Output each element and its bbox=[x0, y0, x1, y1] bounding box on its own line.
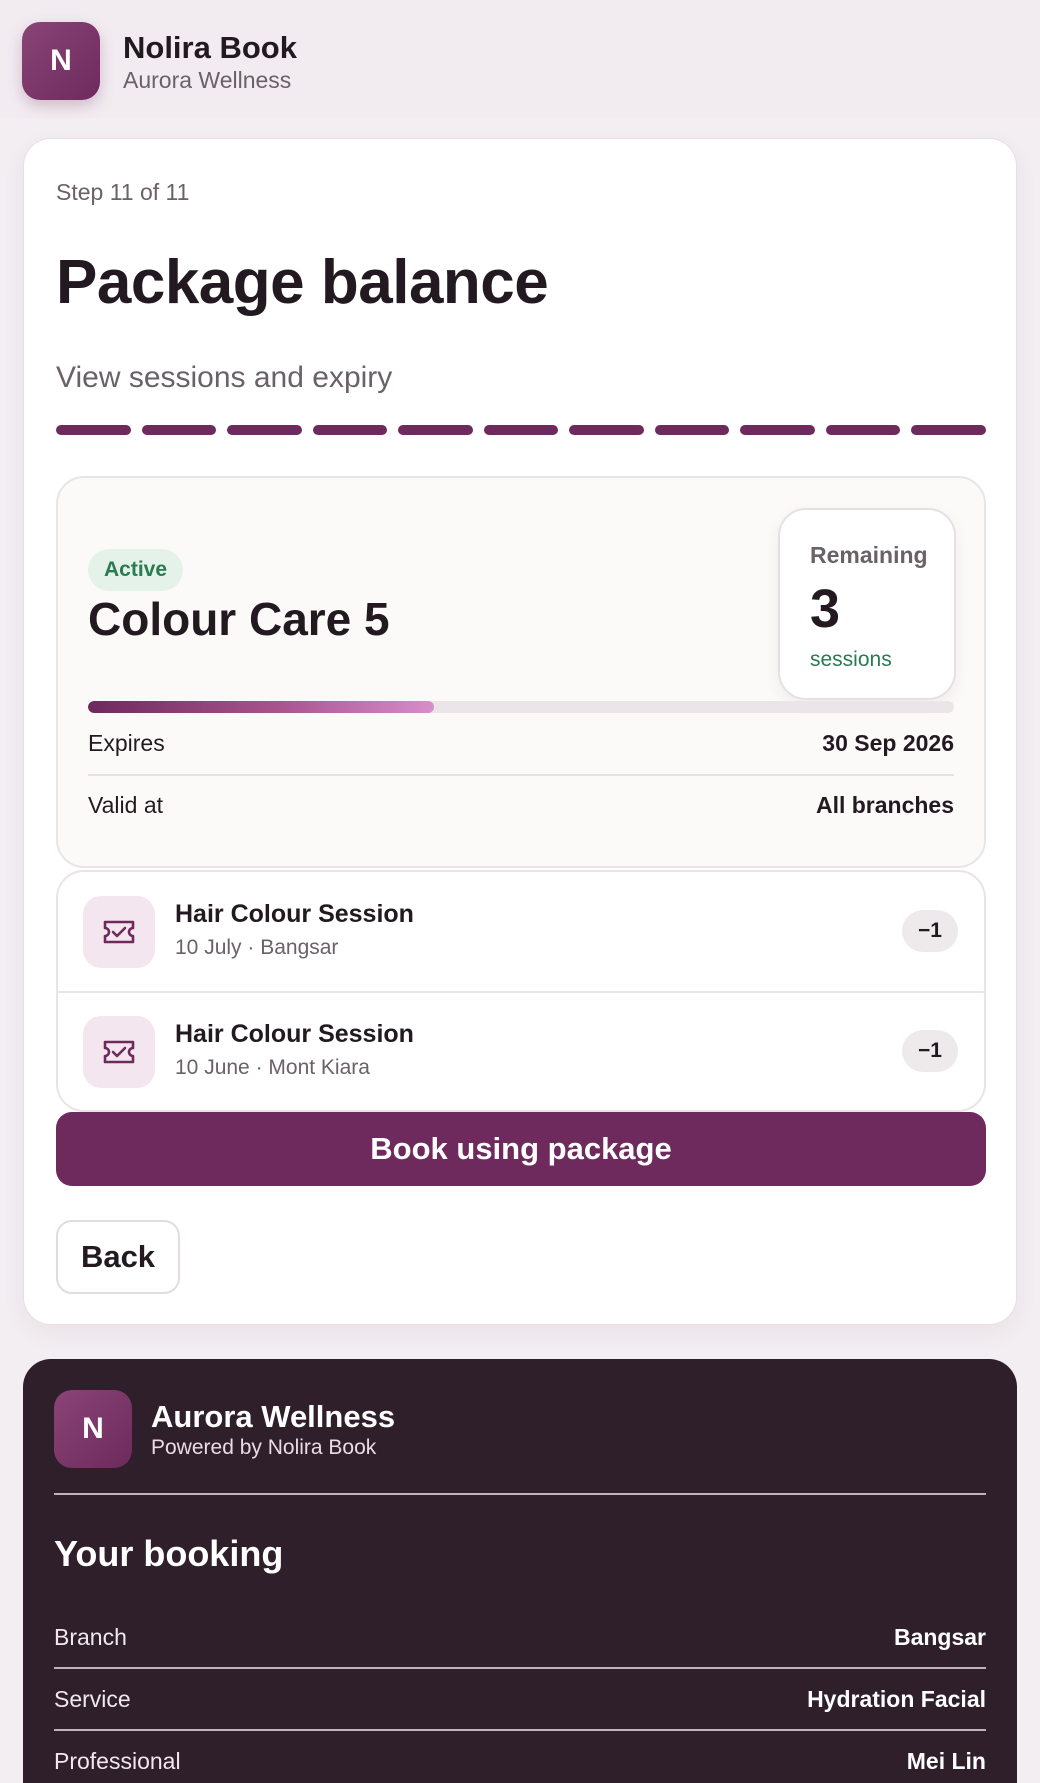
step-indicator: Step 11 of 11 bbox=[56, 179, 190, 205]
history-title: Hair Colour Session bbox=[175, 1020, 414, 1048]
list-item: Hair Colour Session 10 July · Bangsar −1 bbox=[58, 872, 984, 993]
page-title: Package balance bbox=[56, 248, 549, 317]
footer-logo: N bbox=[54, 1390, 132, 1468]
row-divider bbox=[88, 774, 954, 776]
remaining-count: 3 bbox=[810, 579, 841, 639]
step-card: Step 11 of 11 Package balance View sessi… bbox=[23, 138, 1017, 1325]
package-name: Colour Care 5 bbox=[88, 593, 390, 645]
progress-dash bbox=[825, 425, 901, 435]
summary-label: Professional bbox=[54, 1748, 181, 1774]
progress-dash bbox=[569, 425, 644, 435]
usage-bar-fill bbox=[88, 701, 435, 713]
session-history: Hair Colour Session 10 July · Bangsar −1… bbox=[56, 870, 986, 1112]
remaining-unit: sessions bbox=[810, 648, 892, 671]
history-detail: 10 June · Mont Kiara bbox=[175, 1056, 370, 1079]
footer-divider bbox=[54, 1729, 986, 1731]
app-header: N Nolira Book Aurora Wellness bbox=[0, 0, 1040, 118]
summary-value: Hydration Facial bbox=[807, 1686, 986, 1712]
step-progress bbox=[56, 425, 987, 435]
ticket-icon bbox=[83, 896, 155, 968]
back-button[interactable]: Back bbox=[56, 1220, 180, 1294]
session-delta-badge: −1 bbox=[902, 910, 958, 952]
progress-dash bbox=[141, 425, 217, 435]
summary-label: Service bbox=[54, 1686, 131, 1712]
list-item: Hair Colour Session 10 June · Mont Kiara… bbox=[58, 992, 984, 1112]
app-logo: N bbox=[22, 22, 100, 100]
powered-by-text: Powered by Nolira Book bbox=[151, 1436, 377, 1459]
progress-dash bbox=[227, 425, 302, 435]
expires-label: Expires bbox=[88, 730, 165, 756]
progress-dash bbox=[398, 425, 473, 435]
ticket-icon bbox=[83, 1016, 155, 1088]
remaining-label: Remaining bbox=[810, 542, 928, 568]
footer-divider bbox=[54, 1493, 986, 1495]
remaining-box: Remaining 3 sessions bbox=[778, 508, 956, 700]
business-name: Aurora Wellness bbox=[123, 67, 292, 93]
page-subtitle: View sessions and expiry bbox=[56, 361, 393, 394]
app-name: Nolira Book bbox=[123, 30, 297, 65]
valid-at-label: Valid at bbox=[88, 792, 164, 818]
book-using-package-button[interactable]: Book using package bbox=[56, 1112, 986, 1186]
session-delta-badge: −1 bbox=[902, 1030, 958, 1072]
progress-dash bbox=[740, 425, 815, 435]
expires-value: 30 Sep 2026 bbox=[822, 730, 954, 756]
footer-business-name: Aurora Wellness bbox=[151, 1399, 396, 1434]
booking-summary-footer: N Aurora Wellness Powered by Nolira Book… bbox=[23, 1359, 1017, 1783]
progress-dash bbox=[483, 425, 559, 435]
history-title: Hair Colour Session bbox=[175, 900, 414, 928]
progress-dash bbox=[911, 425, 987, 435]
footer-divider bbox=[54, 1667, 986, 1669]
usage-bar bbox=[88, 701, 954, 713]
history-detail: 10 July · Bangsar bbox=[175, 936, 339, 959]
summary-value: Bangsar bbox=[893, 1624, 986, 1650]
progress-dash bbox=[654, 425, 730, 435]
progress-dash bbox=[56, 425, 131, 435]
summary-value: Mei Lin bbox=[906, 1748, 986, 1774]
summary-label: Branch bbox=[54, 1624, 127, 1650]
package-summary: Active Colour Care 5 Remaining 3 session… bbox=[56, 476, 986, 868]
progress-dash bbox=[312, 425, 388, 435]
your-booking-heading: Your booking bbox=[54, 1533, 284, 1574]
status-badge: Active bbox=[88, 549, 184, 591]
valid-at-value: All branches bbox=[815, 792, 954, 818]
